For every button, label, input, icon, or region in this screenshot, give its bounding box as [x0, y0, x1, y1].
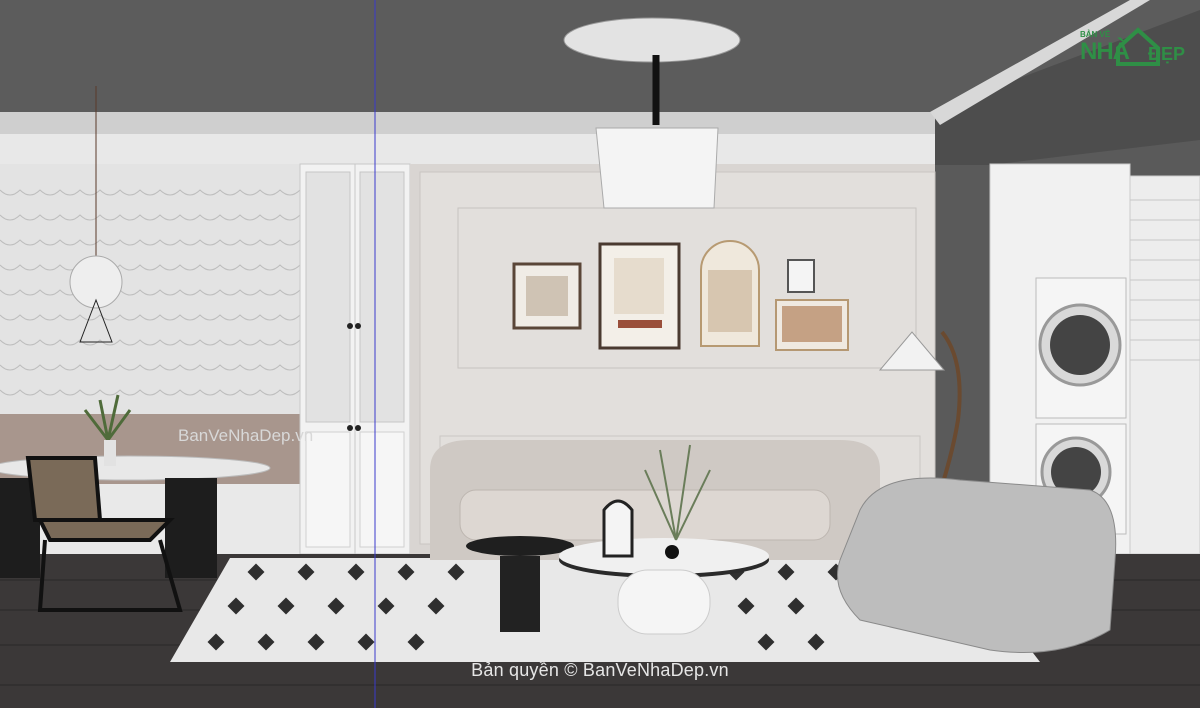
logo: BẢN VẼ NHÀ ĐẸP	[1074, 16, 1192, 68]
chandelier	[595, 127, 719, 209]
ceiling-medallion	[563, 17, 741, 63]
table-lamp	[602, 499, 634, 558]
side-table	[466, 536, 574, 556]
scale-tile-wall	[0, 164, 300, 414]
crown-molding	[0, 112, 935, 134]
picture-frame	[787, 259, 815, 293]
wall-band	[0, 134, 935, 164]
watermark-center: Bản quyền © BanVeNhaDep.vn	[471, 660, 729, 680]
cane-chair	[25, 456, 103, 522]
logo-main-text: NHÀ	[1080, 38, 1130, 65]
watermark-left: BanVeNhaDep.vn	[178, 426, 314, 445]
logo-tail-text: ĐẸP	[1148, 44, 1186, 64]
interior-render: BẢN VẼ NHÀ ĐẸP BanVeNhaDep.vn Bản quyền …	[0, 0, 1200, 708]
scene-drawing	[0, 0, 1200, 708]
